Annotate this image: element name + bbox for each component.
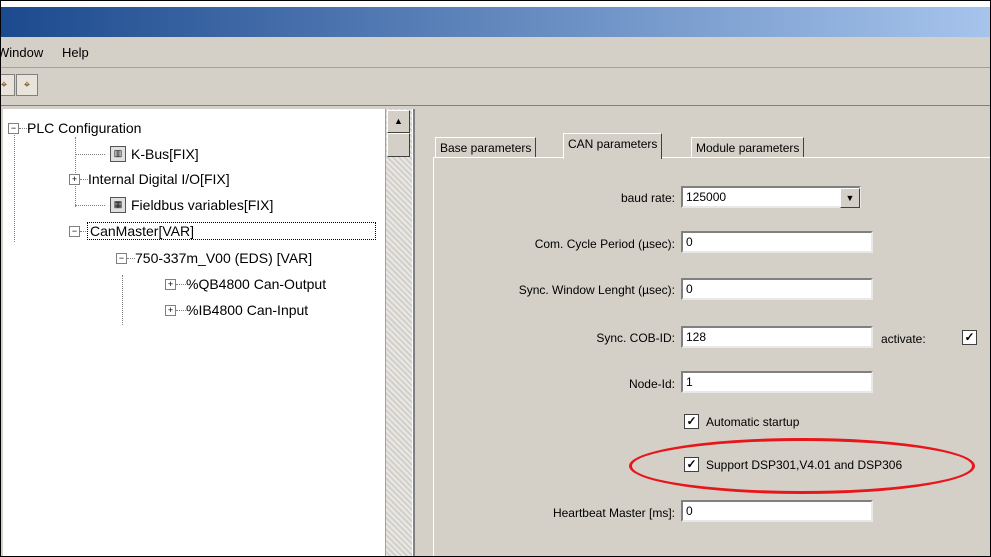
tree-connector xyxy=(127,257,135,259)
collapse-icon[interactable]: − xyxy=(116,252,127,264)
tree-connector xyxy=(176,309,186,311)
tree-item-label: Fieldbus variables[FIX] xyxy=(131,197,274,213)
tree-item-label: Internal Digital I/O[FIX] xyxy=(88,171,230,187)
can-parameters-panel xyxy=(433,157,990,556)
tree-pane: − PLC Configuration ▥ K-Bus[FIX] + Inter… xyxy=(3,109,415,556)
menu-help[interactable]: Help xyxy=(62,45,89,60)
binoculars-icon[interactable]: ⌖ xyxy=(1,74,15,96)
heartbeat-label: Heartbeat Master [ms]: xyxy=(552,506,675,520)
collapse-icon[interactable]: − xyxy=(69,225,80,237)
collapse-icon[interactable]: − xyxy=(8,122,19,134)
tab-base-parameters[interactable]: Base parameters xyxy=(435,137,537,158)
scroll-up-icon[interactable]: ▲ xyxy=(387,110,410,133)
tree-item-canmaster[interactable]: − CanMaster[VAR] xyxy=(69,222,376,240)
tree-connector xyxy=(75,153,105,155)
expand-icon[interactable]: + xyxy=(165,278,176,290)
tree-item-fieldbus-vars[interactable]: ▦ Fieldbus variables[FIX] xyxy=(75,197,273,213)
expand-icon[interactable]: + xyxy=(165,304,176,316)
tree-connector xyxy=(19,127,27,129)
tree-item-qb4800[interactable]: + %QB4800 Can-Output xyxy=(165,276,326,292)
activate-checkbox[interactable]: ✓ xyxy=(962,330,977,345)
tree-item-label: 750-337m_V00 (EDS) [VAR] xyxy=(135,250,313,266)
menu-window[interactable]: Window xyxy=(1,45,43,60)
auto-startup-label: Automatic startup xyxy=(706,415,800,429)
node-id-label: Node-Id: xyxy=(628,377,675,391)
tree-item-module[interactable]: − 750-337m_V00 (EDS) [VAR] xyxy=(116,250,312,266)
title-bar[interactable] xyxy=(1,7,990,37)
baud-rate-select[interactable]: 125000 xyxy=(681,186,861,208)
expand-icon[interactable]: + xyxy=(69,173,80,185)
app-window: Window Help ⌖ ⌖ − PLC Configuration ▥ K-… xyxy=(0,0,991,557)
tree-item-kbus[interactable]: ▥ K-Bus[FIX] xyxy=(75,146,199,162)
heartbeat-field[interactable]: 0 xyxy=(681,500,873,522)
menu-bar: Window Help xyxy=(1,37,990,68)
sync-cob-id-field[interactable]: 128 xyxy=(681,326,873,348)
tree-connector xyxy=(176,283,186,285)
com-cycle-field[interactable]: 0 xyxy=(681,231,873,253)
tree-item-label: K-Bus[FIX] xyxy=(131,146,199,162)
tree-item-label: CanMaster[VAR] xyxy=(87,222,376,240)
tree-connector xyxy=(80,178,88,180)
toolbar: ⌖ ⌖ xyxy=(1,68,990,106)
grid-icon: ▦ xyxy=(110,197,126,213)
com-cycle-label: Com. Cycle Period (µsec): xyxy=(534,237,675,251)
tree-item-plc-configuration[interactable]: − PLC Configuration xyxy=(8,120,141,136)
tree-item-label: %IB4800 Can-Input xyxy=(186,302,309,318)
module-icon: ▥ xyxy=(110,146,126,162)
sync-cob-id-label: Sync. COB-ID: xyxy=(596,331,675,345)
chevron-down-icon[interactable]: ▼ xyxy=(840,188,860,208)
tree-item-label: %QB4800 Can-Output xyxy=(186,276,327,292)
tree-line xyxy=(14,127,15,242)
tree-item-internal-io[interactable]: + Internal Digital I/O[FIX] xyxy=(69,171,230,187)
tree-connector xyxy=(75,204,105,206)
node-id-field[interactable]: 1 xyxy=(681,371,873,393)
tab-module-parameters[interactable]: Module parameters xyxy=(691,137,805,158)
sync-window-field[interactable]: 0 xyxy=(681,278,873,300)
tab-can-parameters[interactable]: CAN parameters xyxy=(563,133,663,159)
vertical-scrollbar[interactable] xyxy=(385,109,412,556)
auto-startup-checkbox[interactable]: ✓ xyxy=(684,414,699,429)
tree-item-ib4800[interactable]: + %IB4800 Can-Input xyxy=(165,302,308,318)
highlight-annotation xyxy=(629,438,975,494)
tree-item-label: PLC Configuration xyxy=(27,120,142,136)
baud-rate-label: baud rate: xyxy=(620,191,675,205)
sync-window-label: Sync. Window Lenght (µsec): xyxy=(518,283,675,297)
activate-label: activate: xyxy=(881,332,926,346)
tree-connector xyxy=(80,230,88,232)
scroll-thumb[interactable] xyxy=(387,133,410,157)
find-next-icon[interactable]: ⌖ xyxy=(16,74,38,96)
tree-line xyxy=(122,275,123,325)
